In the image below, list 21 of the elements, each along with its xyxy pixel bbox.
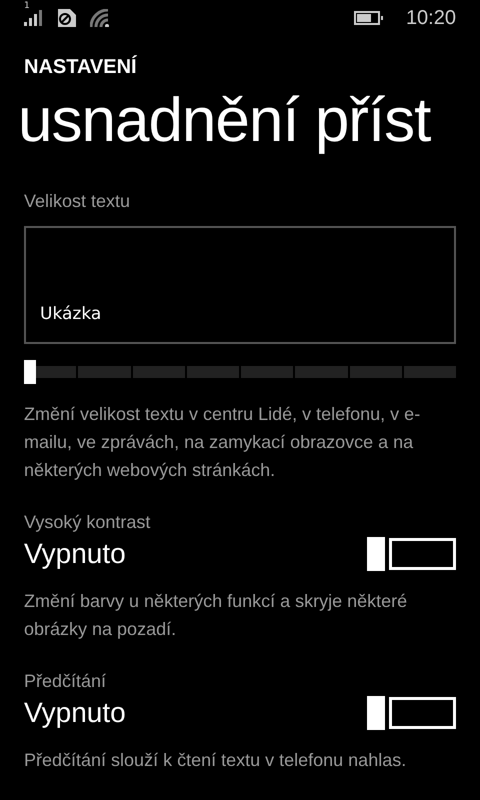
setting-description: Předčítání slouží k čtení textu v telefonu nahlas. bbox=[24, 749, 408, 772]
setting-value: Vypnuto bbox=[24, 538, 126, 570]
setting-label: Předčítání bbox=[24, 671, 108, 692]
page-title: usnadnění příst bbox=[17, 85, 432, 157]
toggle-switch[interactable] bbox=[367, 696, 456, 730]
setting-value: Vypnuto bbox=[24, 697, 126, 729]
setting-description: Změní velikost textu v centru Lidé, v telefonu, v e-mailu, ve zprávách, na zamykací obrazovce a na některých webových stránkách. bbox=[24, 403, 422, 482]
wifi-icon bbox=[90, 9, 110, 27]
signal-icon bbox=[24, 10, 42, 26]
text-size-slider[interactable] bbox=[24, 360, 456, 384]
setting-label: Velikost textu bbox=[24, 191, 132, 212]
clock-time: 10:20 bbox=[406, 6, 456, 30]
slider-thumb[interactable] bbox=[24, 360, 36, 384]
battery-icon bbox=[354, 11, 384, 25]
setting-description: Změní barvy u některých funkcí a skryje některé obrázky na pozadí. bbox=[24, 590, 408, 641]
setting-label: Vysoký kontrast bbox=[24, 512, 152, 533]
app-title: NASTAVENÍ bbox=[23, 54, 138, 79]
sim-number: 1 bbox=[24, 1, 30, 11]
sim-card-icon bbox=[56, 9, 76, 27]
sample-text: Ukázka bbox=[40, 304, 102, 324]
toggle-switch[interactable] bbox=[367, 537, 456, 571]
